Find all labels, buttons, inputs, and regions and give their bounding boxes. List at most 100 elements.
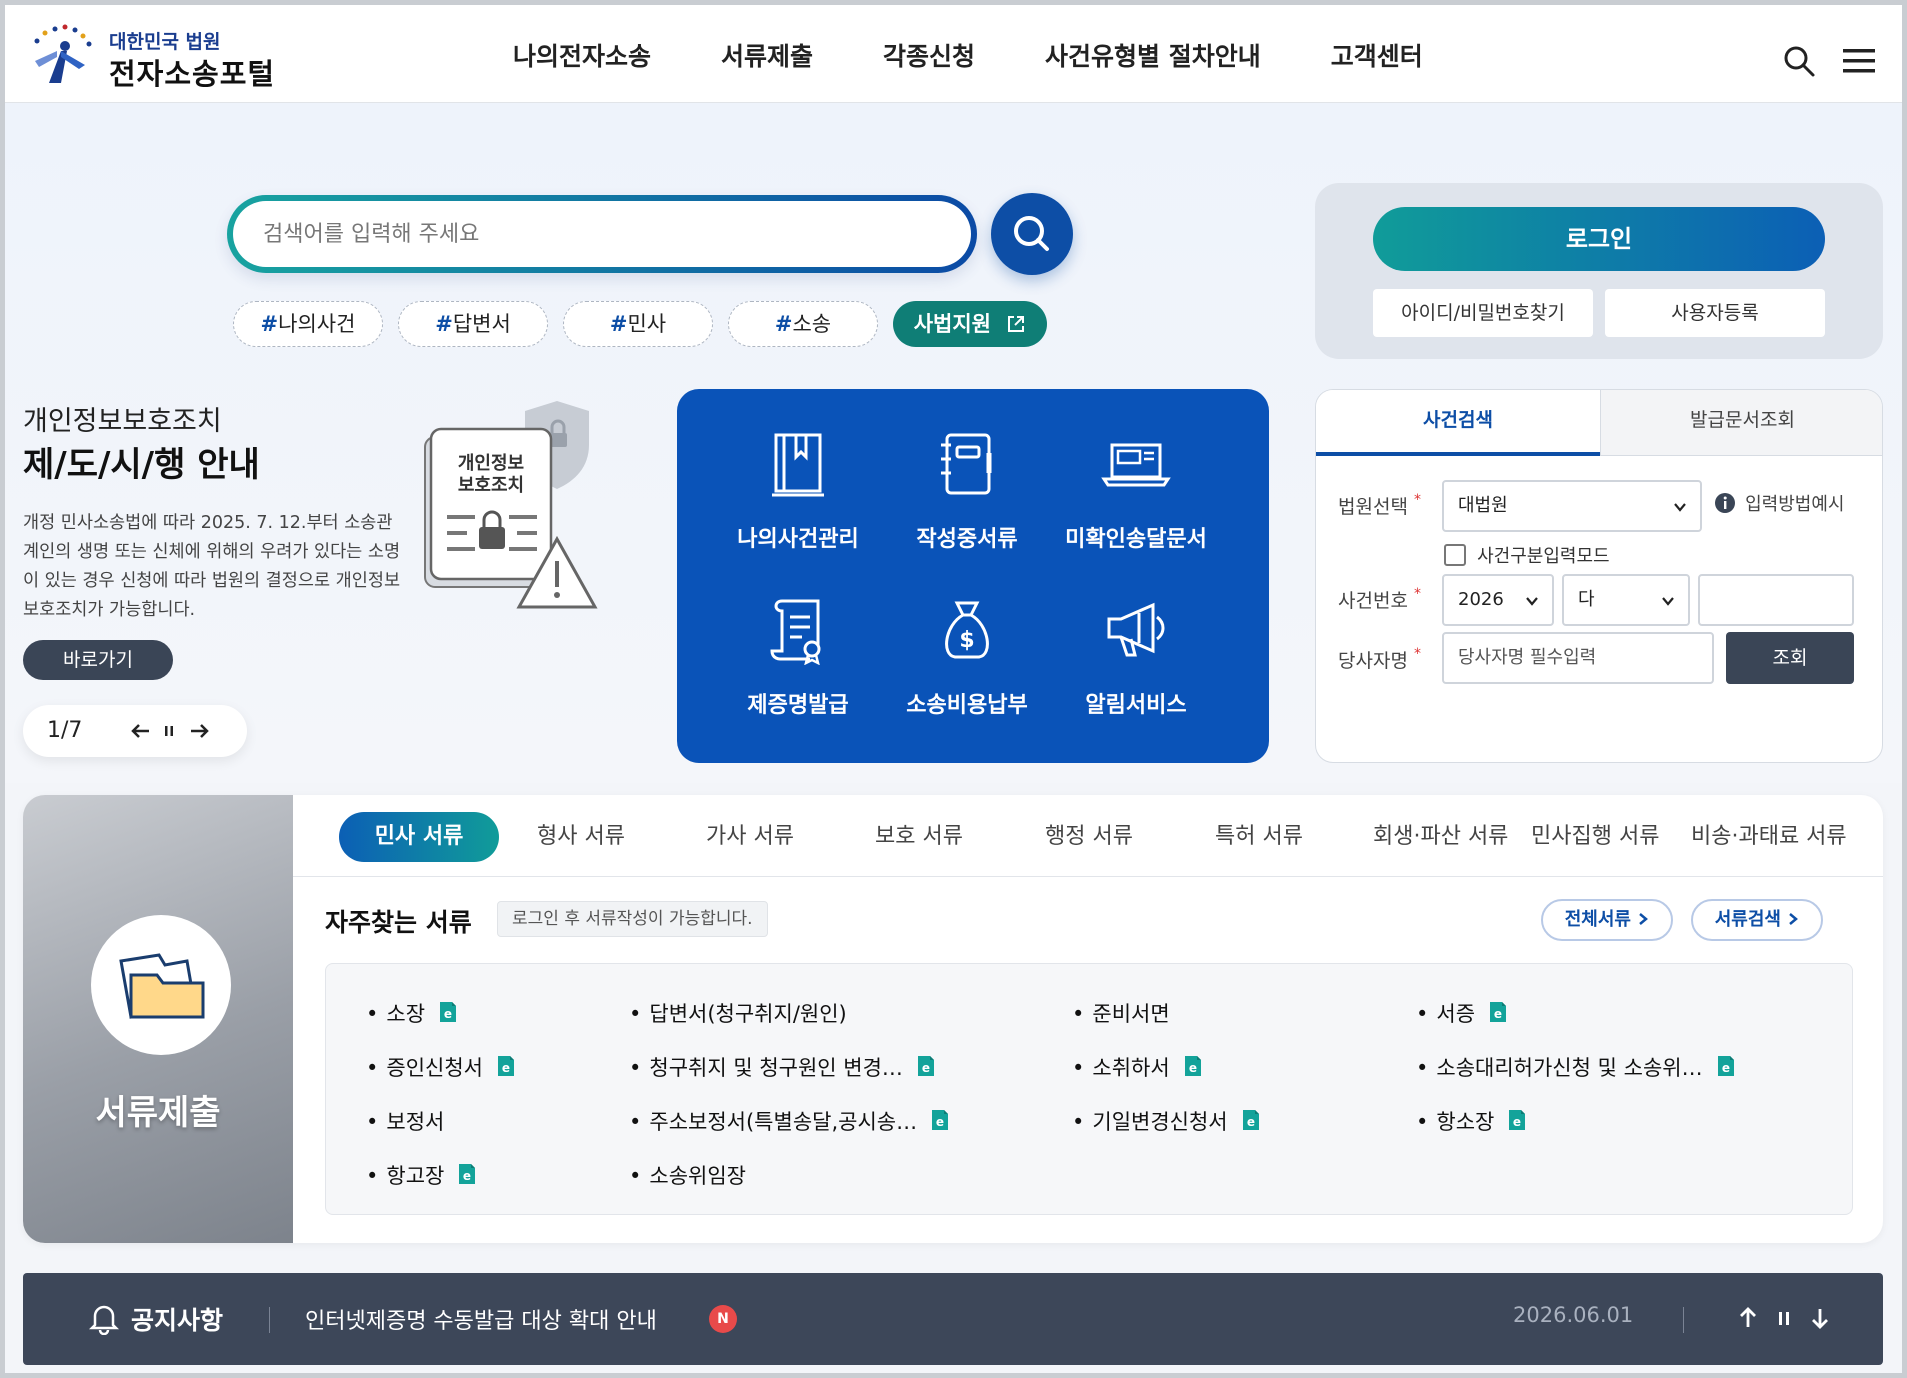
case-type-select[interactable]: 다 <box>1562 574 1690 626</box>
document-item[interactable]: • 주소보정서(특별송달,공시송… e <box>629 1106 949 1136</box>
nav-applications[interactable]: 각종신청 <box>883 37 975 73</box>
page-frame: 대한민국 법원 전자소송포털 나의전자소송 서류제출 각종신청 사건유형별 절차… <box>0 0 1907 1378</box>
document-item[interactable]: • 항고장 e <box>366 1160 476 1190</box>
case-type-mode-checkbox[interactable] <box>1444 544 1466 566</box>
find-id-password-button[interactable]: 아이디/비밀번호찾기 <box>1373 289 1593 337</box>
bullet: • <box>1416 1056 1429 1080</box>
bullet: • <box>629 1002 642 1026</box>
quick-my-case-management[interactable]: 나의사건관리 <box>713 429 883 579</box>
document-item-label: 준비서면 <box>1092 1002 1170 1026</box>
svg-text:$: $ <box>959 628 974 653</box>
document-item[interactable]: • 증인신청서 e <box>366 1052 515 1082</box>
document-item[interactable]: • 보정서 <box>366 1106 444 1136</box>
nav-procedure-guide[interactable]: 사건유형별 절차안내 <box>1045 37 1261 73</box>
nav-document-submission[interactable]: 서류제출 <box>721 37 813 73</box>
tab-patent-documents[interactable]: 특허 서류 <box>1215 812 1303 862</box>
electronic-form-icon: e <box>459 1164 476 1184</box>
case-year-select[interactable]: 2026 <box>1442 574 1554 626</box>
court-emblem-icon <box>34 24 92 83</box>
case-type-mode-option: 사건구분입력모드 <box>1444 542 1610 568</box>
notice-headline-link[interactable]: 인터넷제증명 수동발급 대상 확대 안내 <box>305 1303 657 1335</box>
document-item[interactable]: • 소송대리허가신청 및 소송위… e <box>1416 1052 1735 1082</box>
notebook-icon <box>941 433 992 495</box>
frequent-documents-title: 자주찾는 서류 <box>325 908 472 937</box>
document-item[interactable]: • 소송위임장 <box>629 1160 746 1190</box>
hashtag-lawsuit[interactable]: #소송 <box>728 301 878 347</box>
tab-rehabilitation-bankruptcy-documents[interactable]: 회생·파산 서류 <box>1373 812 1508 862</box>
document-item-label: 항소장 <box>1436 1110 1495 1134</box>
hashtag-answer[interactable]: #답변서 <box>398 301 548 347</box>
quick-drafts-in-progress[interactable]: 작성중서류 <box>882 429 1052 579</box>
case-inquiry-button[interactable]: 조회 <box>1726 632 1854 684</box>
document-search-button[interactable]: 서류검색 <box>1691 899 1823 941</box>
login-card: 로그인 아이디/비밀번호찾기 사용자등록 <box>1315 183 1883 359</box>
tab-case-search[interactable]: 사건검색 <box>1316 390 1600 456</box>
quick-certificate-issuance[interactable]: 제증명발급 <box>713 595 883 745</box>
svg-text:e: e <box>463 1169 471 1183</box>
arrow-down-icon[interactable] <box>1805 1303 1835 1333</box>
tab-civil-execution-documents[interactable]: 민사집행 서류 <box>1531 812 1659 862</box>
electronic-form-icon: e <box>498 1056 514 1076</box>
tab-family-documents[interactable]: 가사 서류 <box>706 812 794 862</box>
register-button[interactable]: 사용자등록 <box>1605 289 1825 337</box>
divider <box>1683 1307 1684 1333</box>
privacy-document-illustration: 개인정보 보호조치 <box>424 401 598 609</box>
tab-issued-document-inquiry[interactable]: 발급문서조회 <box>1600 390 1882 456</box>
arrow-up-icon[interactable] <box>1733 1303 1763 1333</box>
login-required-note: 로그인 후 서류작성이 가능합니다. <box>497 901 768 937</box>
bullet: • <box>366 1056 379 1080</box>
tab-protection-documents[interactable]: 보호 서류 <box>875 812 963 862</box>
document-item-label: 청구취지 및 청구원인 변경… <box>649 1056 903 1080</box>
quick-notification-service[interactable]: 알림서비스 <box>1051 595 1221 745</box>
info-icon <box>1715 493 1735 513</box>
bullet: • <box>629 1110 642 1134</box>
quick-unconfirmed-documents[interactable]: 미확인송달문서 <box>1051 429 1221 579</box>
banner-goto-button[interactable]: 바로가기 <box>23 640 173 680</box>
document-item-label: 답변서(청구취지/원인) <box>649 1002 847 1026</box>
main-search-input[interactable] <box>263 215 923 253</box>
tab-non-contentious-fine-documents[interactable]: 비송·과태료 서류 <box>1691 812 1847 862</box>
svg-text:보호조치: 보호조치 <box>458 475 524 496</box>
input-example-help[interactable]: 입력방법예시 <box>1714 490 1844 516</box>
document-item[interactable]: • 청구취지 및 청구원인 변경… e <box>629 1052 935 1082</box>
login-button[interactable]: 로그인 <box>1373 207 1825 271</box>
arrow-left-icon[interactable] <box>127 717 155 745</box>
judicial-support-button[interactable]: 사법지원 <box>893 301 1047 347</box>
arrow-right-icon[interactable] <box>185 717 213 745</box>
electronic-form-icon: e <box>917 1056 934 1076</box>
document-item[interactable]: • 서증 e <box>1416 998 1507 1028</box>
document-item[interactable]: • 준비서면 <box>1072 998 1170 1028</box>
tab-criminal-documents[interactable]: 형사 서류 <box>537 812 625 862</box>
nav-customer-center[interactable]: 고객센터 <box>1331 37 1423 73</box>
pause-icon[interactable] <box>155 717 183 745</box>
document-item[interactable]: • 항소장 e <box>1416 1106 1526 1136</box>
svg-text:e: e <box>444 1007 452 1021</box>
document-item-label: 소장 <box>386 1002 426 1026</box>
site-logo[interactable]: 대한민국 법원 전자소송포털 <box>27 19 297 91</box>
logo-title: 전자소송포털 <box>109 57 276 91</box>
party-name-label: 당사자명 * <box>1338 646 1421 672</box>
hashtag-my-case[interactable]: #나의사건 <box>233 301 383 347</box>
menu-icon[interactable] <box>1841 43 1877 79</box>
quick-litigation-cost-payment[interactable]: $ 소송비용납부 <box>882 595 1052 745</box>
main-search-button[interactable] <box>991 193 1073 275</box>
hashtag-civil[interactable]: #민사 <box>563 301 713 347</box>
nav-my-e-litigation[interactable]: 나의전자소송 <box>513 37 651 73</box>
all-documents-button[interactable]: 전체서류 <box>1541 899 1673 941</box>
main-search-box <box>227 195 977 273</box>
document-submission-banner[interactable]: 서류제출 <box>23 795 293 1243</box>
document-item[interactable]: • 소취하서 e <box>1072 1052 1202 1082</box>
svg-text:e: e <box>1494 1007 1502 1021</box>
document-item[interactable]: • 답변서(청구취지/원인) <box>629 998 847 1028</box>
new-badge: N <box>709 1305 737 1333</box>
court-select[interactable]: 대법원 <box>1442 480 1702 532</box>
tab-civil-documents[interactable]: 민사 서류 <box>339 812 499 862</box>
document-item[interactable]: • 소장 e <box>366 998 457 1028</box>
pause-icon[interactable] <box>1769 1303 1799 1333</box>
search-icon[interactable] <box>1781 43 1817 79</box>
case-serial-input[interactable] <box>1698 574 1854 626</box>
document-submission-section: 서류제출 민사 서류 형사 서류 가사 서류 보호 서류 행정 서류 특허 서류… <box>23 795 1883 1243</box>
party-name-input[interactable]: 당사자명 필수입력 <box>1442 632 1714 684</box>
document-item[interactable]: • 기일변경신청서 e <box>1072 1106 1260 1136</box>
tab-administrative-documents[interactable]: 행정 서류 <box>1045 812 1133 862</box>
